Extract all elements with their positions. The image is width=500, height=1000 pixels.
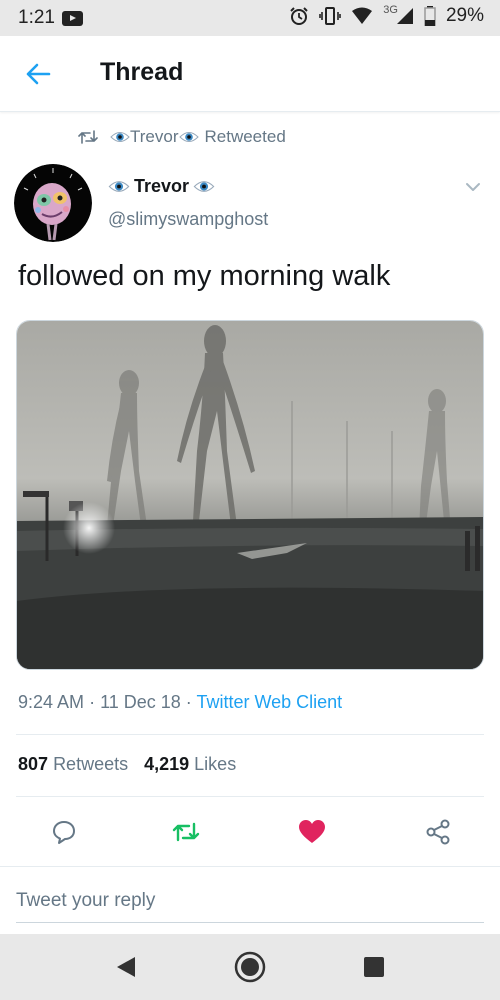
status-icons: 3G 29%: [289, 4, 484, 27]
eye-emoji-icon: [110, 132, 130, 142]
tweet-stats: 807 Retweets 4,219 Likes: [18, 754, 236, 775]
divider: [16, 796, 484, 797]
tweet-actions: [0, 812, 500, 852]
reply-button[interactable]: [44, 812, 84, 852]
retweet-context: Trevor Retweeted: [78, 127, 286, 147]
tweet-time: 9:24 AM: [18, 692, 85, 712]
app-header: Thread: [0, 36, 500, 112]
like-button[interactable]: [292, 812, 332, 852]
wifi-icon: [352, 7, 373, 24]
tweet-date: 11 Dec 18: [100, 692, 181, 712]
likes-label: Likes: [194, 754, 237, 774]
status-bar: 1:21 3G 29%: [0, 0, 500, 36]
youtube-notification-icon: [62, 11, 83, 26]
network-type: 3G: [383, 4, 398, 16]
alarm-icon: [290, 7, 308, 25]
heart-icon: [299, 820, 325, 843]
tweet-text: followed on my morning walk: [18, 260, 391, 292]
battery-percent: 29%: [445, 5, 484, 26]
share-button[interactable]: [418, 812, 458, 852]
tweet-source-link[interactable]: Twitter Web Client: [196, 692, 342, 712]
retweets-stat[interactable]: 807 Retweets: [18, 754, 128, 775]
author-name: Trevor: [134, 176, 190, 196]
retweets-label: Retweets: [53, 754, 129, 774]
like-count: 4,219: [144, 754, 190, 774]
foggy-road-photo: [17, 321, 483, 669]
reply-composer: [0, 866, 500, 934]
retweet-icon: [172, 822, 200, 842]
back-button[interactable]: [20, 56, 56, 92]
retweet-icon: [78, 130, 98, 144]
system-home-button[interactable]: [232, 949, 268, 985]
eye-emoji-icon: [193, 181, 215, 192]
tweet-menu-button[interactable]: [462, 176, 484, 198]
system-nav-bar: [0, 934, 500, 1000]
author-name-row[interactable]: Trevor: [108, 176, 215, 197]
square-recents-icon: [364, 957, 384, 977]
eye-emoji-icon: [108, 181, 130, 192]
share-icon: [426, 819, 450, 845]
reply-input[interactable]: [16, 879, 484, 923]
system-recents-button[interactable]: [356, 949, 392, 985]
circle-home-icon: [234, 951, 266, 983]
page-title: Thread: [100, 58, 184, 86]
battery-icon: [424, 6, 436, 26]
chevron-down-icon: [466, 183, 480, 191]
retweet-count: 807: [18, 754, 49, 774]
tweet-photo[interactable]: [16, 320, 484, 670]
likes-stat[interactable]: 4,219 Likes: [144, 754, 236, 775]
retweet-button[interactable]: [166, 812, 206, 852]
retweeter-name[interactable]: Trevor: [130, 127, 179, 147]
meta-separator: ·: [185, 692, 197, 712]
retweeted-label: Retweeted: [204, 127, 286, 146]
eye-emoji-icon: [178, 132, 199, 142]
status-time: 1:21: [18, 7, 55, 28]
meta-separator: ·: [89, 692, 101, 712]
system-back-button[interactable]: [108, 949, 144, 985]
reply-bubble-icon: [53, 821, 75, 844]
vibrate-icon: [319, 7, 342, 25]
divider: [16, 734, 484, 735]
author-handle[interactable]: @slimyswampghost: [108, 209, 268, 230]
arrow-left-icon: [26, 63, 51, 85]
triangle-back-icon: [117, 957, 135, 977]
avatar[interactable]: [14, 164, 92, 242]
avatar-image: [14, 164, 92, 242]
cell-signal-icon: [396, 8, 413, 24]
tweet-meta: 9:24 AM · 11 Dec 18 · Twitter Web Client: [18, 692, 342, 713]
